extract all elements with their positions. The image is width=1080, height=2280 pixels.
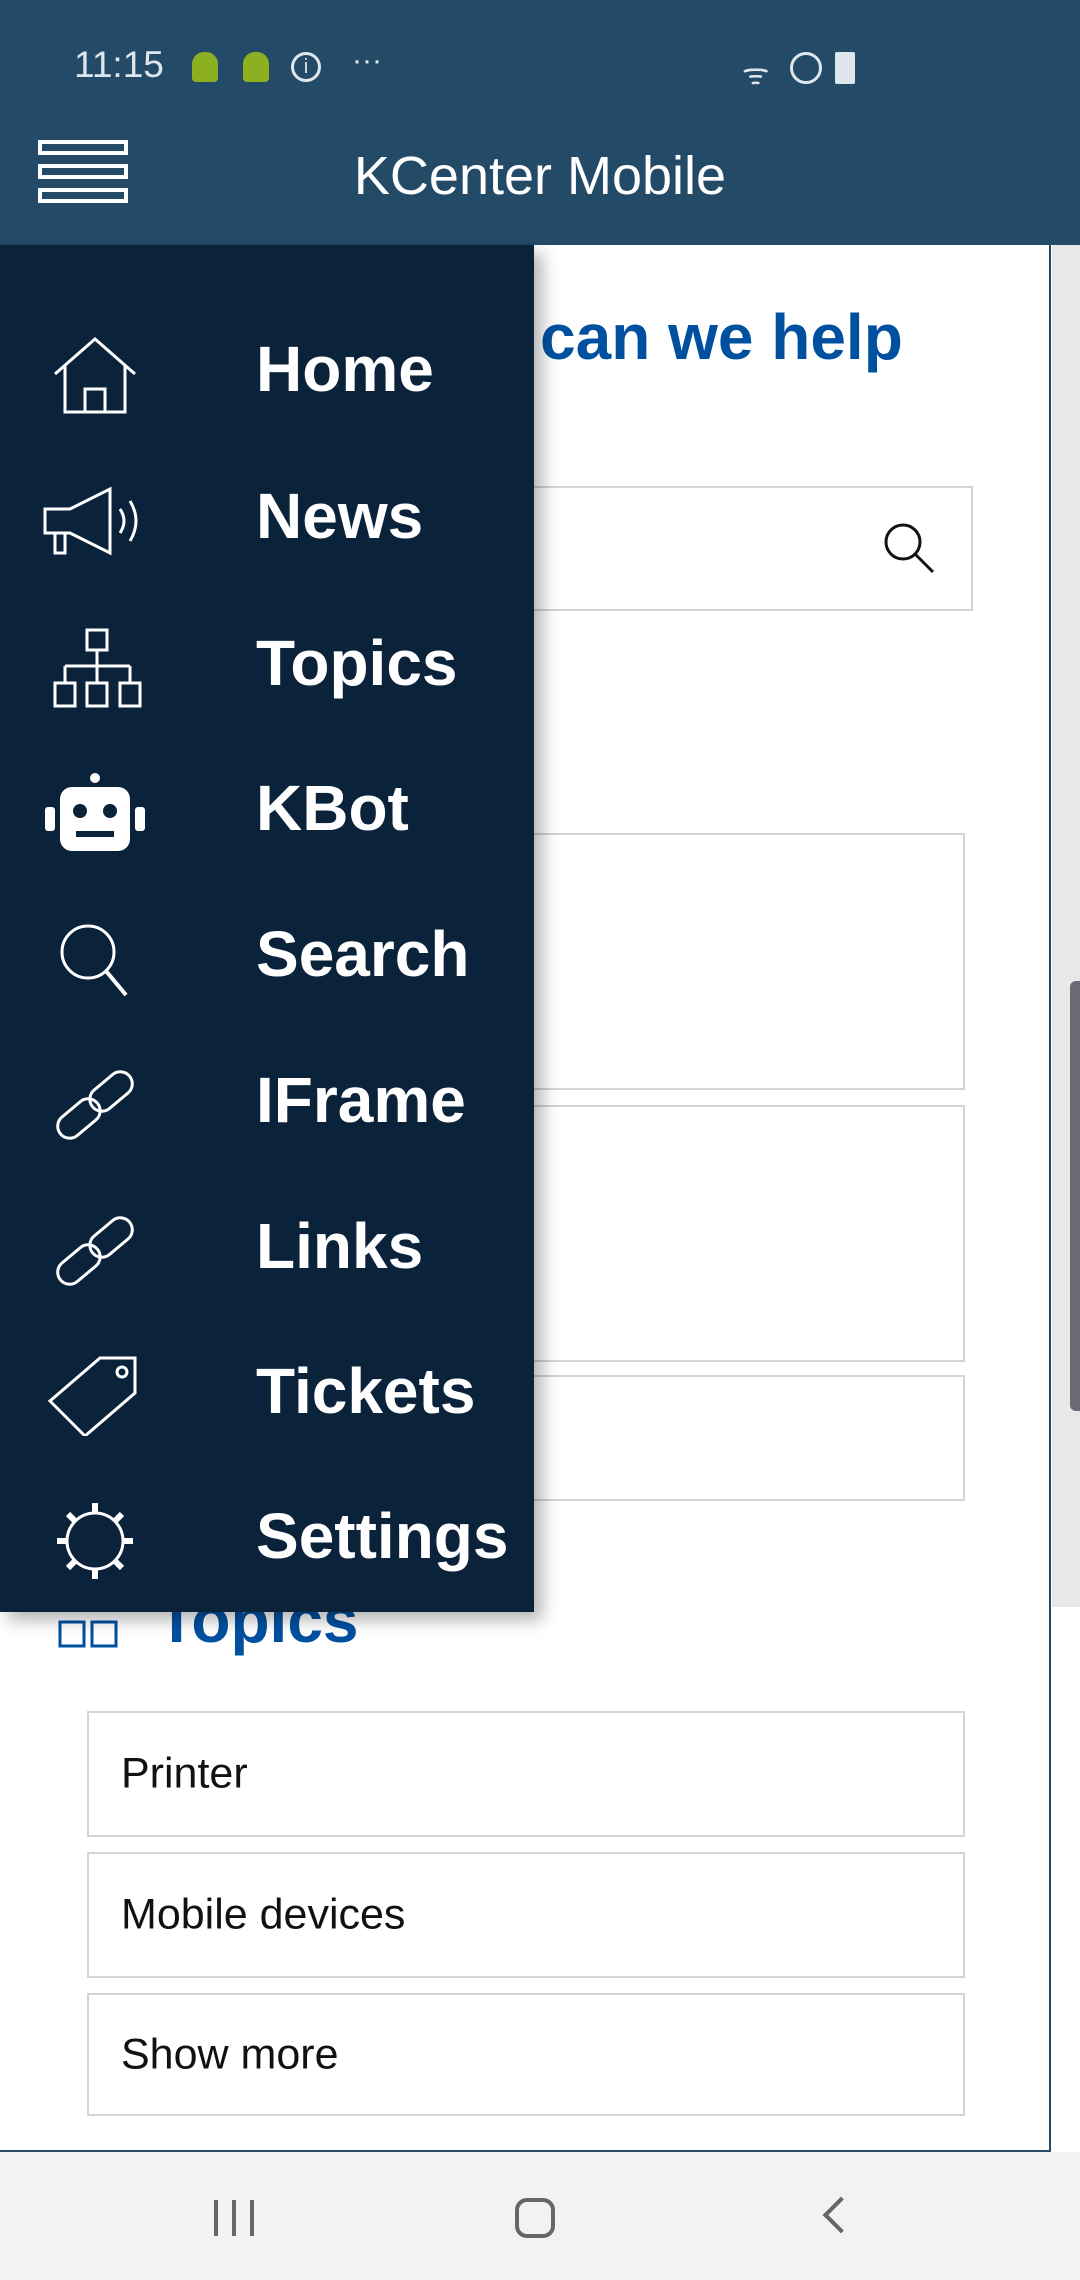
sitemap-icon xyxy=(53,628,142,708)
link-icon xyxy=(56,1070,134,1140)
page-heading: can we help xyxy=(540,301,903,373)
android-icon xyxy=(243,52,269,82)
drawer-item-home[interactable]: Home xyxy=(0,299,534,439)
topic-label: Show more xyxy=(121,2030,339,2078)
home-icon xyxy=(54,337,136,414)
do-not-disturb-icon xyxy=(790,52,822,84)
drawer-item-tickets[interactable]: Tickets xyxy=(0,1321,534,1461)
drawer-item-search[interactable]: Search xyxy=(0,884,534,1024)
back-button[interactable] xyxy=(822,2196,860,2234)
topic-label: Mobile devices xyxy=(121,1890,406,1939)
gear-icon xyxy=(57,1503,133,1579)
drawer-label: Settings xyxy=(256,1500,509,1572)
status-time: 11:15 xyxy=(74,44,164,85)
more-dots-icon: ··· xyxy=(352,44,382,77)
drawer-label: Home xyxy=(256,333,434,405)
drawer-label: KBot xyxy=(256,772,409,844)
drawer-label: Tickets xyxy=(256,1355,476,1427)
battery-charging-icon xyxy=(835,52,855,84)
drawer-item-links[interactable]: Links xyxy=(0,1176,534,1316)
search-icon[interactable] xyxy=(879,518,939,578)
drawer-label: IFrame xyxy=(256,1064,466,1136)
android-icon xyxy=(192,52,218,82)
topic-item-printer[interactable]: Printer xyxy=(87,1711,965,1837)
info-icon: i xyxy=(291,52,321,82)
show-more-button[interactable]: Show more xyxy=(87,1993,965,2116)
tag-icon xyxy=(47,1356,137,1436)
drawer-label: News xyxy=(256,480,424,552)
home-button[interactable] xyxy=(515,2198,555,2238)
app-bar: 11:15 i ··· ᯤ KCenter Mobile xyxy=(0,0,1080,245)
megaphone-icon xyxy=(43,486,138,556)
drawer-label: Search xyxy=(256,918,470,990)
system-nav-bar xyxy=(0,2152,1080,2280)
scrollbar[interactable] xyxy=(1070,981,1080,1411)
drawer-label: Links xyxy=(256,1210,424,1282)
topic-item-mobile-devices[interactable]: Mobile devices xyxy=(87,1852,965,1978)
link-icon xyxy=(56,1216,134,1286)
navigation-drawer: Home News Topics KBot Search IFrame Link… xyxy=(0,245,534,1612)
robot-icon xyxy=(45,773,145,851)
recent-apps-button[interactable] xyxy=(214,2200,254,2236)
app-title: KCenter Mobile xyxy=(353,146,727,206)
search-icon xyxy=(60,924,128,997)
drawer-item-iframe[interactable]: IFrame xyxy=(0,1030,534,1170)
drawer-item-topics[interactable]: Topics xyxy=(0,593,534,733)
drawer-label: Topics xyxy=(256,627,458,699)
drawer-item-settings[interactable]: Settings xyxy=(0,1466,534,1606)
topic-label: Printer xyxy=(121,1749,248,1798)
drawer-item-news[interactable]: News xyxy=(0,446,534,586)
drawer-item-kbot[interactable]: KBot xyxy=(0,738,534,878)
wifi-icon: ᯤ xyxy=(742,58,770,91)
